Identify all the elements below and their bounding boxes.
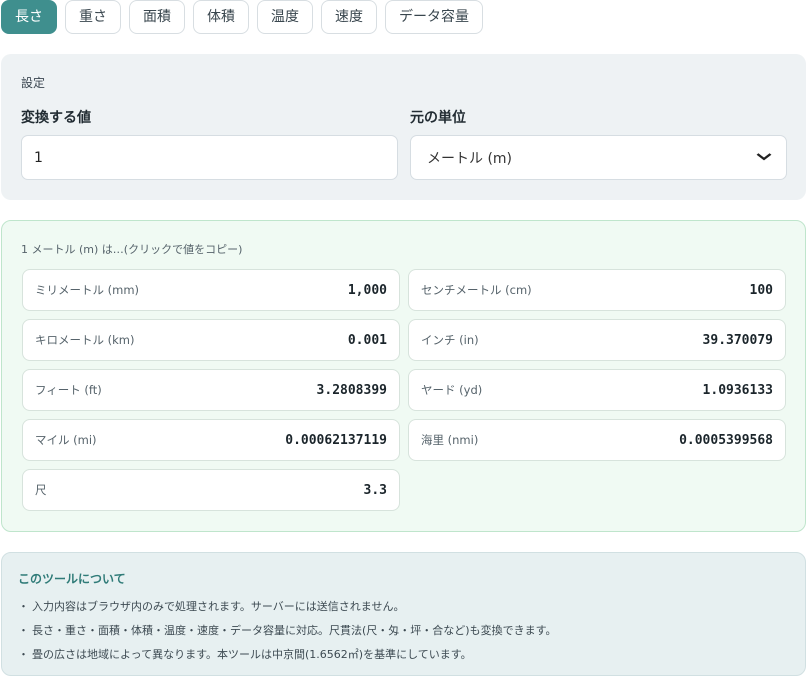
tab-speed[interactable]: 速度 — [321, 0, 377, 34]
tab-length[interactable]: 長さ — [1, 0, 57, 34]
note-text: 入力内容はブラウザ内のみで処理されます。サーバーには送信されません。 — [32, 600, 405, 613]
tab-data-size[interactable]: データ容量 — [385, 0, 483, 34]
unit-label: 元の単位 — [410, 110, 466, 126]
note-text: 畳の広さは地域によって異なります。本ツールは中京間(1.6562㎡)を基準にして… — [32, 648, 472, 661]
result-value: 0.00062137119 — [285, 432, 387, 448]
tab-volume[interactable]: 体積 — [193, 0, 249, 34]
result-value: 0.0005399568 — [679, 432, 773, 448]
result-value: 3.3 — [363, 482, 387, 498]
result-value: 1.0936133 — [702, 382, 773, 398]
result-unit-name: ミリメートル (mm) — [35, 283, 140, 297]
result-value: 3.2808399 — [316, 382, 387, 398]
settings-title: 設定 — [21, 76, 46, 90]
about-title: このツールについて — [18, 572, 126, 586]
note-text: 長さ・重さ・面積・体積・温度・速度・データ容量に対応。尺貫法(尺・匁・坪・合など… — [32, 624, 557, 637]
result-card-centimeter[interactable]: センチメートル (cm) 100 — [408, 269, 786, 311]
bullet: ・ — [18, 648, 29, 661]
result-value: 0.001 — [347, 332, 387, 348]
result-value: 1,000 — [347, 282, 387, 298]
result-unit-name: キロメートル (km) — [35, 333, 135, 347]
bullet: ・ — [18, 624, 29, 637]
result-value: 100 — [749, 282, 773, 298]
settings-panel: 設定 変換する値 元の単位 メートル (m) — [1, 54, 806, 200]
about-notes: ・入力内容はブラウザ内のみで処理されます。サーバーには送信されません。 ・長さ・… — [18, 595, 556, 667]
result-unit-name: 海里 (nmi) — [421, 433, 479, 447]
result-unit-name: ヤード (yd) — [421, 383, 483, 397]
result-card-mile[interactable]: マイル (mi) 0.00062137119 — [22, 419, 400, 461]
result-card-shaku[interactable]: 尺 3.3 — [22, 469, 400, 511]
list-item: ・入力内容はブラウザ内のみで処理されます。サーバーには送信されません。 — [18, 595, 556, 619]
result-unit-name: 尺 — [35, 483, 47, 497]
results-caption: 1 メートル (m) は…(クリックで値をコピー) — [21, 243, 243, 256]
list-item: ・畳の広さは地域によって異なります。本ツールは中京間(1.6562㎡)を基準にし… — [18, 643, 556, 667]
result-unit-name: インチ (in) — [421, 333, 479, 347]
chevron-down-icon — [756, 151, 772, 164]
result-card-millimeter[interactable]: ミリメートル (mm) 1,000 — [22, 269, 400, 311]
result-unit-name: センチメートル (cm) — [421, 283, 532, 297]
result-unit-name: フィート (ft) — [35, 383, 102, 397]
unit-select[interactable]: メートル (m) — [410, 135, 787, 180]
result-card-inch[interactable]: インチ (in) 39.370079 — [408, 319, 786, 361]
about-panel: このツールについて ・入力内容はブラウザ内のみで処理されます。サーバーには送信さ… — [1, 552, 806, 676]
result-card-kilometer[interactable]: キロメートル (km) 0.001 — [22, 319, 400, 361]
result-unit-name: マイル (mi) — [35, 433, 97, 447]
value-label: 変換する値 — [21, 110, 91, 126]
results-panel: 1 メートル (m) は…(クリックで値をコピー) ミリメートル (mm) 1,… — [1, 220, 806, 532]
tab-temperature[interactable]: 温度 — [257, 0, 313, 34]
unit-select-value: メートル (m) — [427, 150, 513, 167]
result-card-foot[interactable]: フィート (ft) 3.2808399 — [22, 369, 400, 411]
bullet: ・ — [18, 600, 29, 613]
tab-area[interactable]: 面積 — [129, 0, 185, 34]
list-item: ・長さ・重さ・面積・体積・温度・速度・データ容量に対応。尺貫法(尺・匁・坪・合な… — [18, 619, 556, 643]
result-value: 39.370079 — [702, 332, 773, 348]
tab-weight[interactable]: 重さ — [65, 0, 121, 34]
result-card-yard[interactable]: ヤード (yd) 1.0936133 — [408, 369, 786, 411]
converter-tabs: 長さ 重さ 面積 体積 温度 速度 データ容量 — [1, 0, 483, 34]
value-input[interactable] — [21, 135, 398, 180]
result-card-nautical-mile[interactable]: 海里 (nmi) 0.0005399568 — [408, 419, 786, 461]
